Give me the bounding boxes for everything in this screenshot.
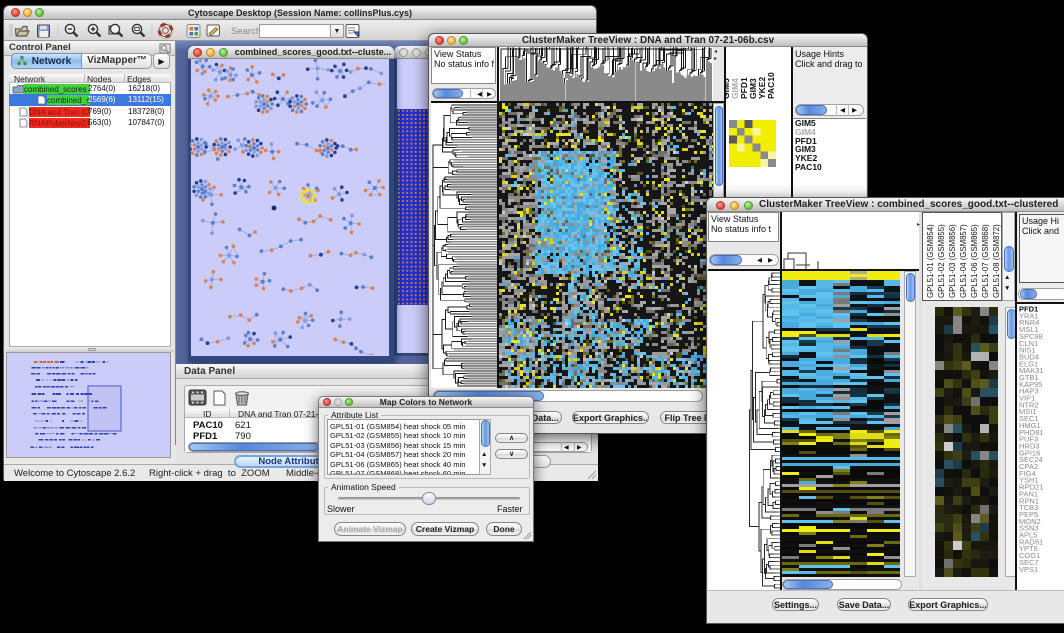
svg-text:VPS1: VPS1 xyxy=(1019,565,1038,574)
svg-text:GPL51-02 (GSM855): GPL51-02 (GSM855) xyxy=(937,224,946,298)
svg-text:GPL51-03 (GSM856): GPL51-03 (GSM856) xyxy=(948,224,957,298)
svg-text:GPL51-08 (GSM872): GPL51-08 (GSM872) xyxy=(992,224,1001,298)
svg-text:GPL51-01 (GSM854): GPL51-01 (GSM854) xyxy=(926,224,935,298)
svg-text:GPL51-06 (GSM865): GPL51-06 (GSM865) xyxy=(970,224,979,298)
svg-text:GPL51-04 (GSM857): GPL51-04 (GSM857) xyxy=(959,224,968,298)
svg-text:GPL51-07 (GSM868): GPL51-07 (GSM868) xyxy=(981,224,990,298)
svg-text:PAC10: PAC10 xyxy=(766,72,776,99)
